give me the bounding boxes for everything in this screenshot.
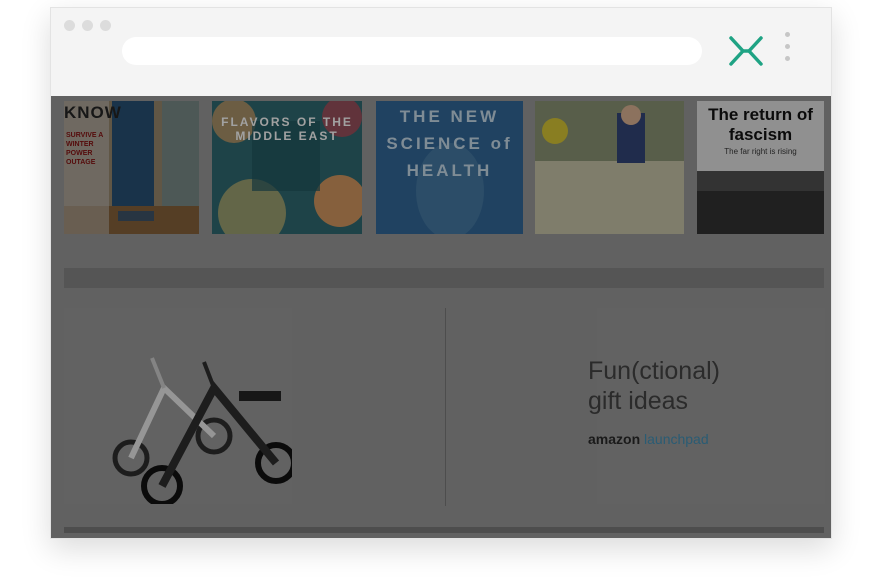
promo-divider [445,308,446,506]
magazine-cover-3[interactable]: THE NEW SCIENCE of HEALTH [376,101,523,234]
magazine-subtitle: The far right is rising [724,147,797,156]
promo-image-scooters[interactable] [64,308,297,507]
launchpad-brand: launchpad [644,431,709,447]
amazon-brand: amazon [588,431,641,447]
browser-window: KNOW SURVIVE A WINTER POWER OUTAGE FLAVO… [50,7,832,539]
magazine-title: The return of fascism [708,105,813,144]
promo-headline-line-1: Fun(ctional) [588,357,720,385]
magazine-cover-2[interactable]: FLAVORS OF THE MIDDLE EAST [212,101,362,234]
magazine-cover-image [535,101,684,234]
browser-chrome [51,8,831,96]
kebab-menu-icon[interactable] [782,32,792,68]
bottom-divider-band [64,527,824,533]
section-divider-band [64,268,824,288]
close-icon[interactable] [727,34,765,68]
page-content: KNOW SURVIVE A WINTER POWER OUTAGE FLAVO… [51,96,831,538]
magazine-cover-5[interactable]: The return of fascism The far right is r… [697,101,824,234]
scooter-image [112,357,297,507]
magazine-title: FLAVORS OF THE MIDDLE EAST [221,115,353,143]
amazon-launchpad-logo[interactable]: amazon launchpad [588,431,709,447]
magazine-title: THE NEW SCIENCE of HEALTH [386,107,513,180]
promo-headline-line-2: gift ideas [588,387,689,415]
magazine-cover-1[interactable]: KNOW SURVIVE A WINTER POWER OUTAGE [64,101,199,234]
magazine-title: KNOW [64,103,122,122]
magazine-tagline: SURVIVE A WINTER POWER OUTAGE [66,132,104,166]
window-dot[interactable] [64,20,75,31]
magazine-cover-4[interactable] [535,101,684,234]
window-dot[interactable] [82,20,93,31]
address-bar[interactable] [122,37,702,65]
promo-headline[interactable]: Fun(ctional) gift ideas [588,356,758,416]
window-dot[interactable] [100,20,111,31]
